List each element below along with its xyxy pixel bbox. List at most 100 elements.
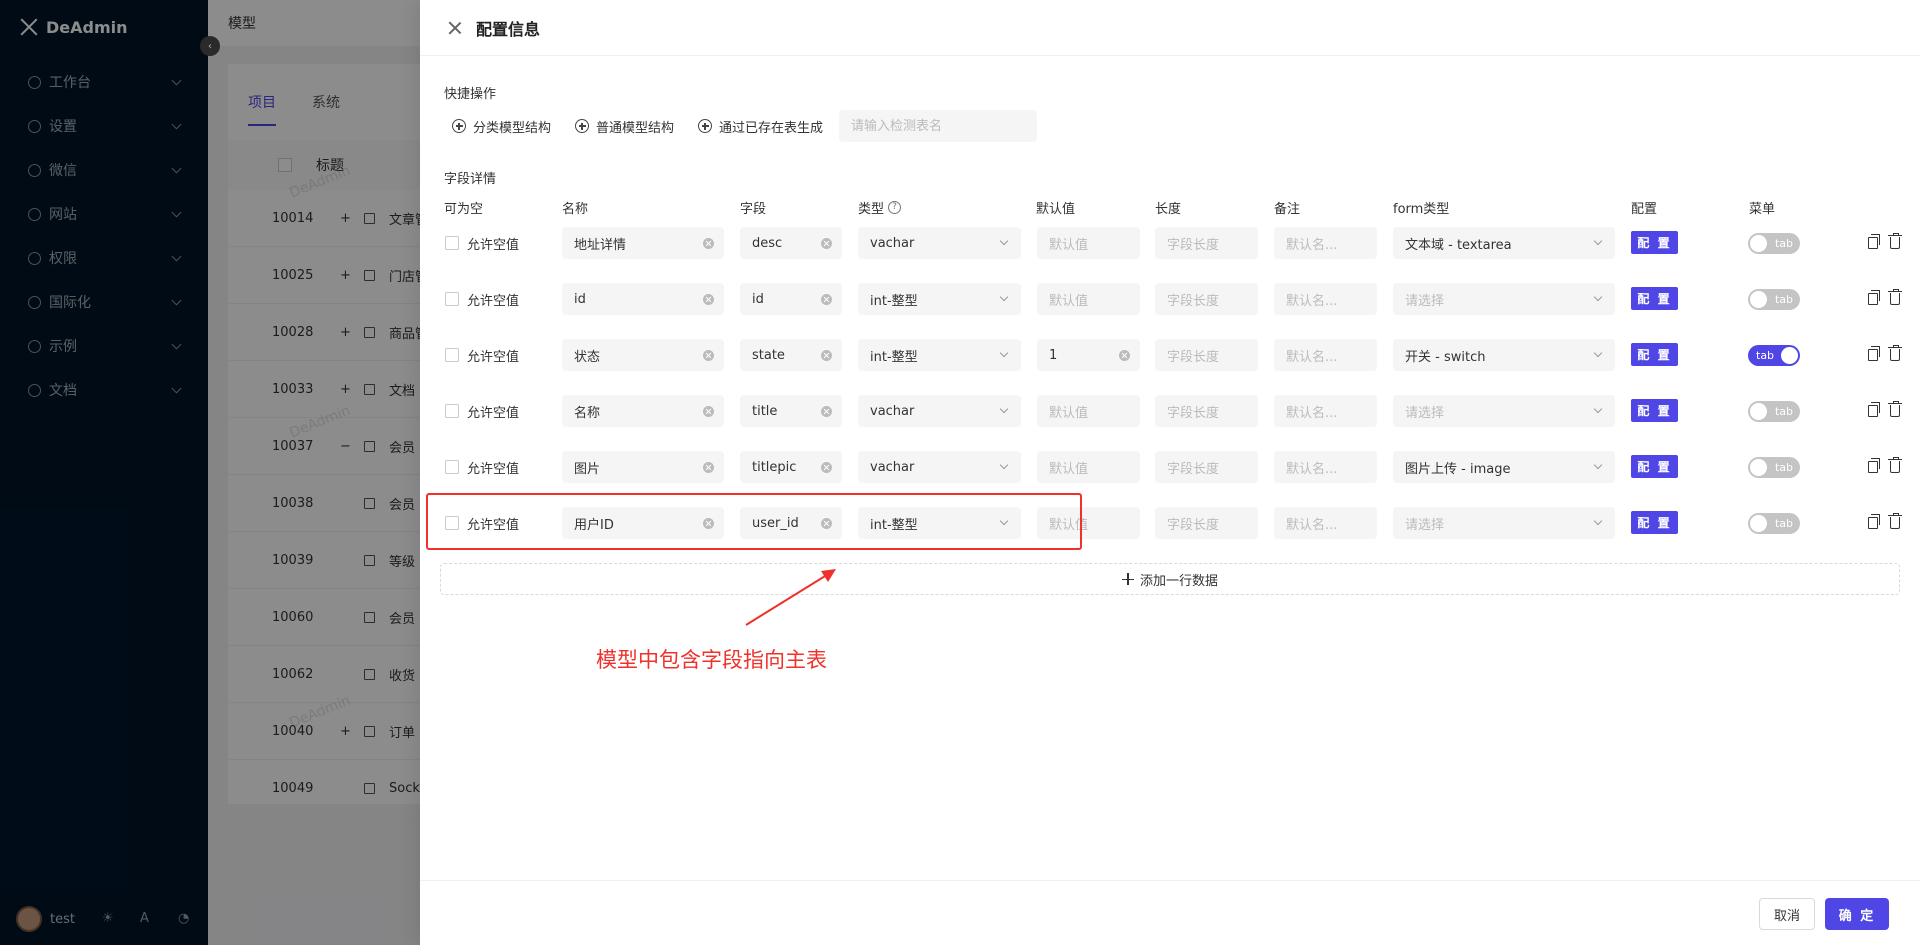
type-select[interactable]: vachar	[858, 227, 1021, 259]
add-row-button[interactable]: 添加一行数据	[440, 563, 1900, 595]
form-type-select[interactable]: 请选择	[1393, 395, 1615, 427]
field-input[interactable]: desc	[740, 227, 842, 259]
remark-input[interactable]: 默认名...	[1274, 283, 1377, 315]
type-select[interactable]: vachar	[858, 395, 1021, 427]
length-input[interactable]: 字段长度	[1155, 339, 1258, 371]
normal-model-button[interactable]: 普通模型结构	[575, 117, 674, 136]
confirm-button[interactable]: 确 定	[1825, 898, 1889, 930]
field-input[interactable]: titlepic	[740, 451, 842, 483]
checkbox[interactable]	[445, 236, 459, 250]
name-input[interactable]: 名称	[562, 395, 724, 427]
copy-icon[interactable]	[1868, 346, 1880, 361]
length-input[interactable]: 字段长度	[1155, 283, 1258, 315]
default-input[interactable]: 默认值	[1037, 283, 1140, 315]
config-button[interactable]: 配 置	[1631, 343, 1678, 366]
clear-icon[interactable]	[703, 518, 714, 529]
field-input[interactable]: id	[740, 283, 842, 315]
category-model-button[interactable]: 分类模型结构	[452, 117, 551, 136]
nullable-checkbox[interactable]: 允许空值	[445, 339, 519, 371]
type-select[interactable]: vachar	[858, 451, 1021, 483]
clear-icon[interactable]	[821, 462, 832, 473]
default-input[interactable]: 默认值	[1037, 395, 1140, 427]
remark-input[interactable]: 默认名...	[1274, 227, 1377, 259]
clear-icon[interactable]	[1119, 350, 1130, 361]
name-input[interactable]: 用户ID	[562, 507, 724, 539]
config-button[interactable]: 配 置	[1631, 287, 1678, 310]
copy-icon[interactable]	[1868, 402, 1880, 417]
collapse-sidebar-button[interactable]: ‹	[200, 36, 220, 56]
remark-input[interactable]: 默认名...	[1274, 339, 1377, 371]
name-input[interactable]: 地址详情	[562, 227, 724, 259]
length-input[interactable]: 字段长度	[1155, 395, 1258, 427]
copy-icon[interactable]	[1868, 458, 1880, 473]
clear-icon[interactable]	[821, 350, 832, 361]
checkbox[interactable]	[445, 460, 459, 474]
length-input[interactable]: 字段长度	[1155, 227, 1258, 259]
trash-icon[interactable]	[1888, 289, 1902, 305]
default-input[interactable]: 默认值	[1037, 507, 1140, 539]
nullable-checkbox[interactable]: 允许空值	[445, 227, 519, 259]
checkbox[interactable]	[445, 348, 459, 362]
default-input[interactable]: 默认值	[1037, 451, 1140, 483]
form-type-select[interactable]: 请选择	[1393, 507, 1615, 539]
menu-toggle[interactable]: tab	[1748, 233, 1800, 254]
clear-icon[interactable]	[821, 518, 832, 529]
config-button[interactable]: 配 置	[1631, 231, 1678, 254]
checkbox[interactable]	[445, 516, 459, 530]
field-input[interactable]: state	[740, 339, 842, 371]
clear-icon[interactable]	[703, 462, 714, 473]
checkbox[interactable]	[445, 292, 459, 306]
remark-input[interactable]: 默认名...	[1274, 395, 1377, 427]
default-input[interactable]: 默认值	[1037, 227, 1140, 259]
clear-icon[interactable]	[821, 294, 832, 305]
default-input[interactable]: 1	[1037, 339, 1140, 371]
menu-toggle[interactable]: tab	[1748, 345, 1800, 366]
clear-icon[interactable]	[821, 238, 832, 249]
type-select[interactable]: int-整型	[858, 339, 1021, 371]
clear-icon[interactable]	[703, 350, 714, 361]
remark-input[interactable]: 默认名...	[1274, 451, 1377, 483]
trash-icon[interactable]	[1888, 457, 1902, 473]
clear-icon[interactable]	[703, 238, 714, 249]
help-icon[interactable]: ?	[888, 201, 902, 214]
cancel-button[interactable]: 取消	[1759, 898, 1815, 930]
copy-icon[interactable]	[1868, 514, 1880, 529]
length-input[interactable]: 字段长度	[1155, 451, 1258, 483]
name-input[interactable]: 状态	[562, 339, 724, 371]
clear-icon[interactable]	[703, 406, 714, 417]
form-type-select[interactable]: 开关 - switch	[1393, 339, 1615, 371]
menu-toggle[interactable]: tab	[1748, 457, 1800, 478]
trash-icon[interactable]	[1888, 233, 1902, 249]
config-button[interactable]: 配 置	[1631, 455, 1678, 478]
type-select[interactable]: int-整型	[858, 507, 1021, 539]
trash-icon[interactable]	[1888, 513, 1902, 529]
nullable-checkbox[interactable]: 允许空值	[445, 283, 519, 315]
nullable-checkbox[interactable]: 允许空值	[445, 451, 519, 483]
menu-toggle[interactable]: tab	[1748, 401, 1800, 422]
length-input[interactable]: 字段长度	[1155, 507, 1258, 539]
config-button[interactable]: 配 置	[1631, 511, 1678, 534]
config-button[interactable]: 配 置	[1631, 399, 1678, 422]
form-type-select[interactable]: 请选择	[1393, 283, 1615, 315]
form-type-select[interactable]: 图片上传 - image	[1393, 451, 1615, 483]
nullable-checkbox[interactable]: 允许空值	[445, 507, 519, 539]
trash-icon[interactable]	[1888, 401, 1902, 417]
checkbox[interactable]	[445, 404, 459, 418]
close-icon[interactable]	[448, 21, 462, 35]
clear-icon[interactable]	[703, 294, 714, 305]
name-input[interactable]: id	[562, 283, 724, 315]
name-input[interactable]: 图片	[562, 451, 724, 483]
generate-from-table-button[interactable]: 通过已存在表生成	[698, 117, 823, 136]
clear-icon[interactable]	[821, 406, 832, 417]
trash-icon[interactable]	[1888, 345, 1902, 361]
nullable-checkbox[interactable]: 允许空值	[445, 395, 519, 427]
field-input[interactable]: user_id	[740, 507, 842, 539]
remark-input[interactable]: 默认名...	[1274, 507, 1377, 539]
form-type-select[interactable]: 文本域 - textarea	[1393, 227, 1615, 259]
table-name-input[interactable]	[839, 110, 1038, 142]
menu-toggle[interactable]: tab	[1748, 289, 1800, 310]
menu-toggle[interactable]: tab	[1748, 513, 1800, 534]
type-select[interactable]: int-整型	[858, 283, 1021, 315]
field-input[interactable]: title	[740, 395, 842, 427]
copy-icon[interactable]	[1868, 234, 1880, 249]
